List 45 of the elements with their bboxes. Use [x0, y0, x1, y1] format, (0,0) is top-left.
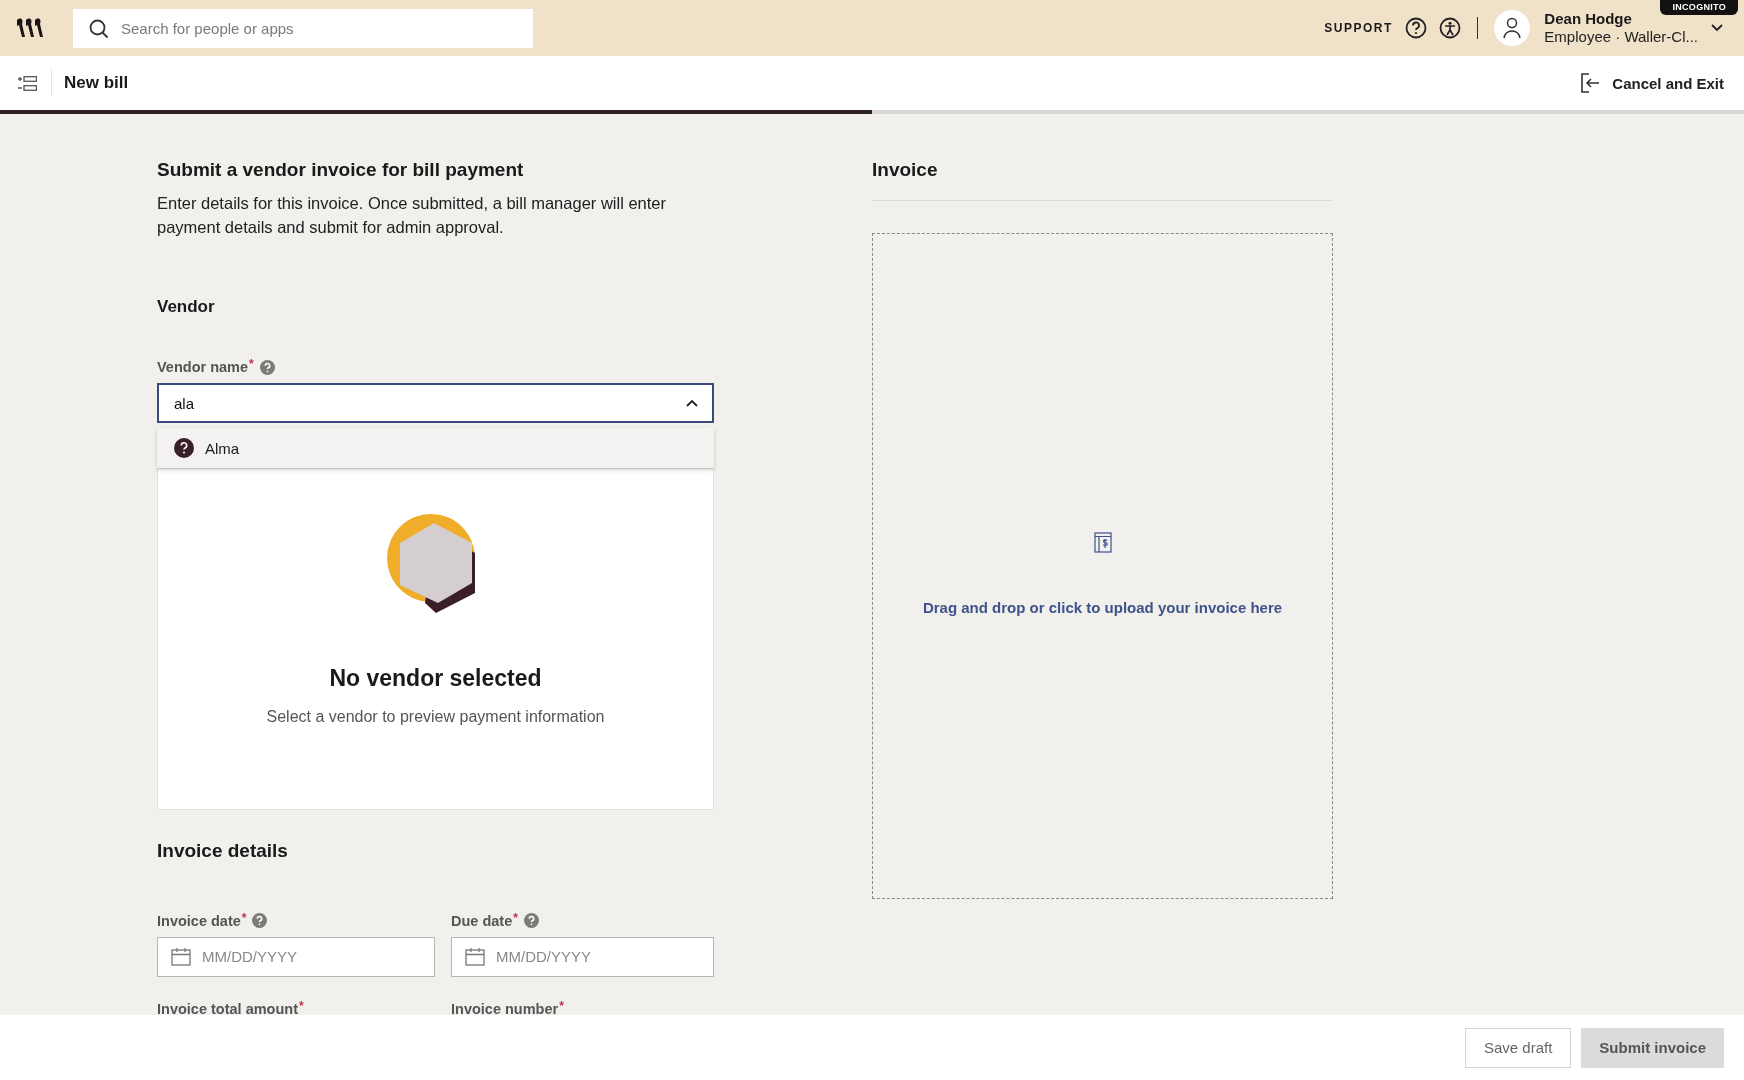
date-field[interactable]: MM/DD/YYYY [157, 936, 435, 977]
field-label: Invoice total amount [157, 1000, 298, 1015]
field-label: Invoice number [451, 1000, 559, 1015]
date-field[interactable]: MM/DD/YYYY [451, 936, 714, 977]
cancel-exit-button[interactable]: Cancel and Exit [1581, 73, 1724, 93]
section-heading: Invoice details [157, 840, 289, 862]
question-avatar-icon [174, 438, 194, 458]
required-mark: * [513, 910, 518, 925]
form-description: Enter details for this invoice. Once submitted, a bill manager will enter payment details and submit for admin approval. [157, 193, 667, 238]
search-field[interactable]: Search for people or apps [73, 8, 533, 48]
help-icon[interactable] [1404, 17, 1427, 39]
field-label: Vendor name [157, 359, 249, 375]
logo-icon [17, 17, 43, 39]
field-label: Invoice date [157, 912, 241, 929]
exit-icon [1581, 73, 1601, 93]
required-mark: * [559, 998, 564, 1013]
invoice-icon [1093, 532, 1112, 553]
panel-heading: Invoice [872, 159, 1333, 201]
upload-dropzone[interactable]: Drag and drop or click to upload your invoice here [872, 233, 1333, 899]
empty-state-text: Select a vendor to preview payment information [266, 708, 605, 726]
form-title: Submit a vendor invoice for bill payment [157, 159, 525, 181]
required-mark: * [249, 357, 254, 371]
user-role: Employee · Waller-Cl... [1544, 28, 1698, 46]
chevron-down-icon[interactable] [1710, 23, 1724, 33]
empty-state-title: No vendor selected [329, 665, 542, 692]
support-link[interactable]: SUPPORT [1324, 21, 1393, 35]
incognito-badge: INCOGNITO [1660, 0, 1738, 15]
chevron-up-icon[interactable] [686, 399, 698, 407]
field-label: Due date [451, 912, 513, 929]
page-title: New bill [64, 73, 129, 93]
user-name: Dean Hodge [1544, 10, 1633, 28]
outline-toggle-icon[interactable] [18, 75, 37, 91]
calendar-icon [171, 946, 191, 966]
accessibility-icon[interactable] [1438, 17, 1461, 39]
avatar[interactable] [1494, 10, 1531, 46]
dropdown-option[interactable]: Alma [157, 428, 714, 468]
required-mark: * [241, 910, 247, 925]
save-draft-button[interactable]: Save draft [1464, 1027, 1572, 1068]
vendor-combobox[interactable]: ala [157, 383, 714, 423]
search-icon [89, 18, 109, 39]
calendar-icon [465, 946, 485, 966]
person-icon [1502, 17, 1523, 39]
required-mark: * [299, 998, 304, 1013]
upload-instruction: Drag and drop or click to upload your invoice here [922, 599, 1283, 616]
section-heading: Vendor [157, 297, 216, 317]
